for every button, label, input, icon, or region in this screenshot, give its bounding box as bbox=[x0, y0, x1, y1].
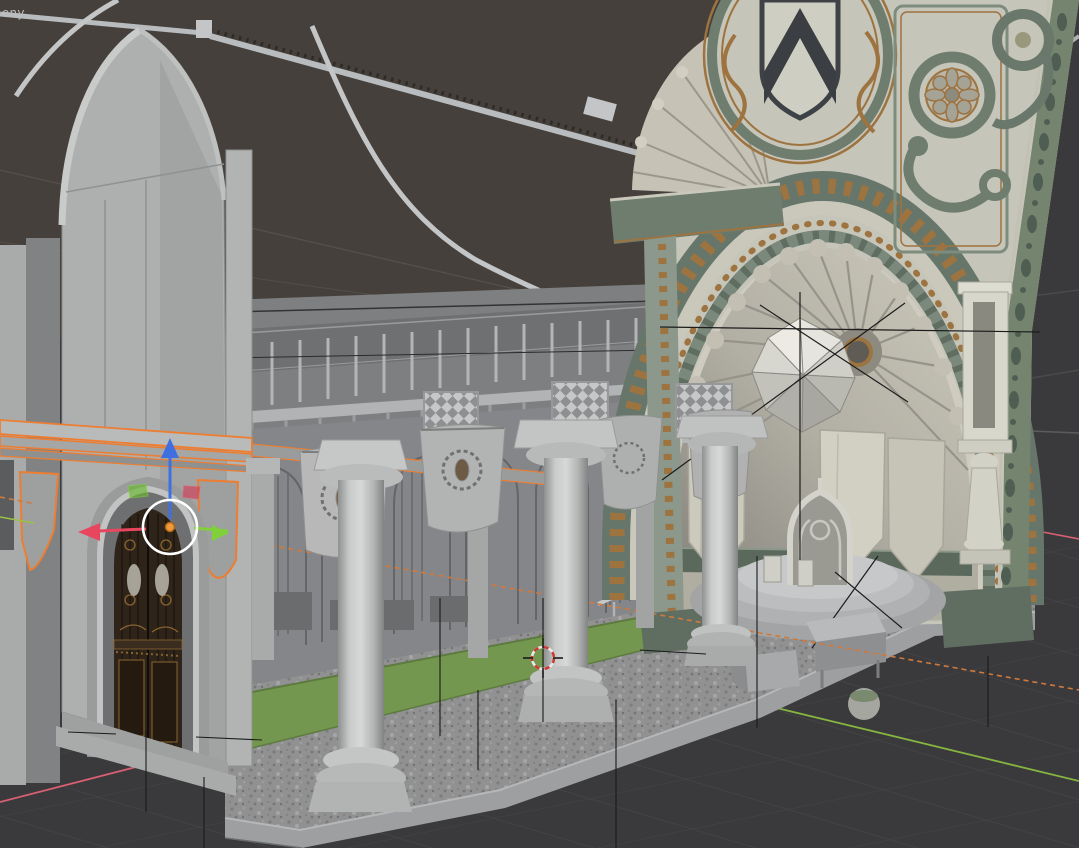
gizmo-plane-yz[interactable] bbox=[128, 484, 148, 498]
gizmo-x-axis[interactable] bbox=[98, 529, 146, 531]
collection-label-partial: ony bbox=[2, 6, 25, 20]
ornate-facade[interactable] bbox=[610, 0, 1079, 720]
gizmo-plane-xz[interactable] bbox=[183, 486, 200, 499]
viewport-canvas[interactable] bbox=[0, 0, 1079, 848]
blender-3d-viewport[interactable]: ony bbox=[0, 0, 1079, 848]
bronze-gate-door[interactable] bbox=[114, 508, 182, 756]
object-origin-dot bbox=[166, 523, 175, 532]
sphere-prop[interactable] bbox=[848, 688, 880, 720]
